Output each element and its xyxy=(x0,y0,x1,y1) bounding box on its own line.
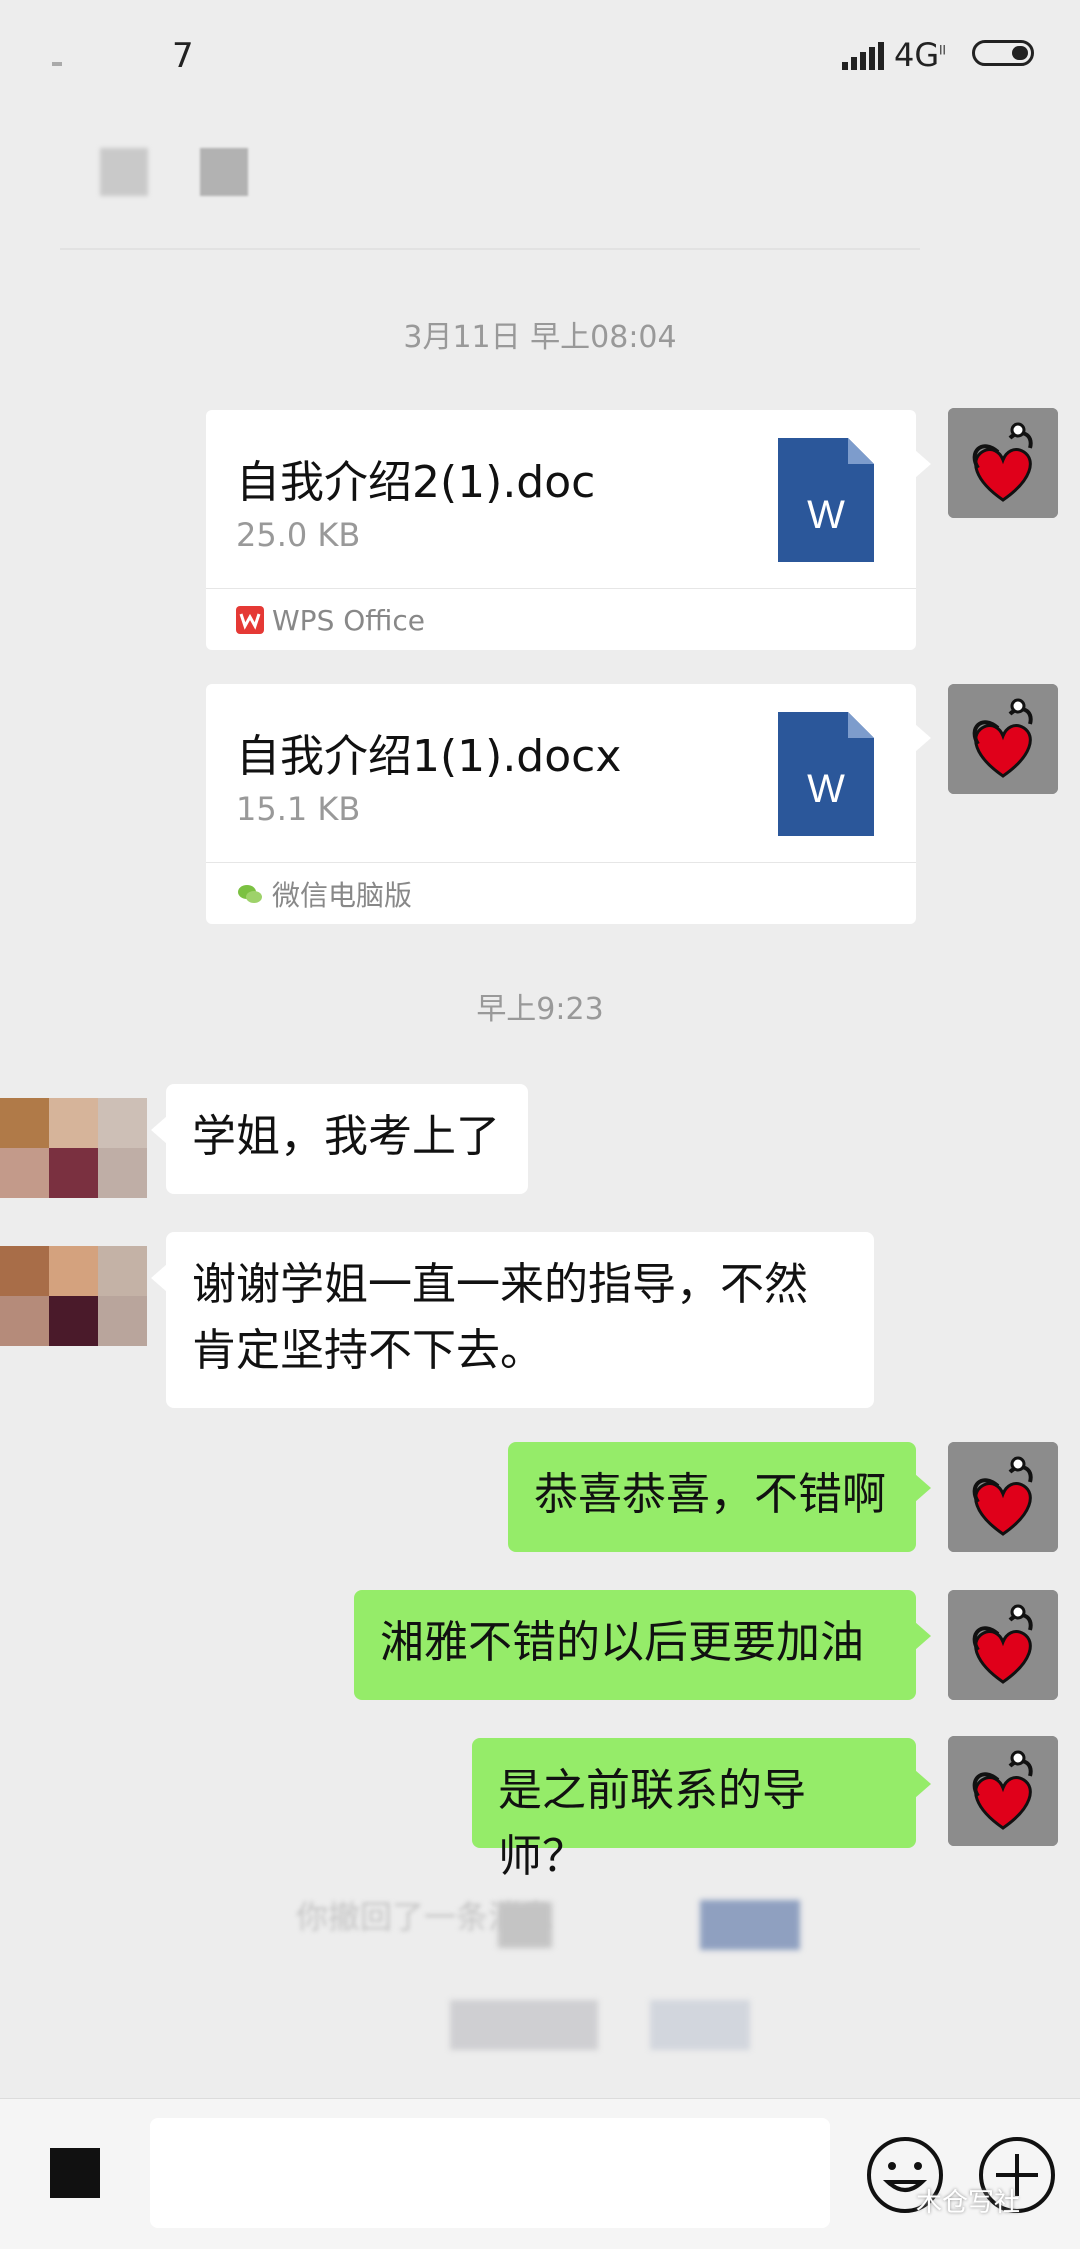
message-text: 恭喜恭喜，不错啊 xyxy=(534,1469,886,1520)
message-bubble-contact[interactable]: 谢谢学姐一直一来的指导，不然肯定坚持不下去。 xyxy=(151,1232,874,1408)
file-size: 15.1 KB xyxy=(236,790,361,828)
avatar-contact[interactable] xyxy=(0,1246,148,1346)
battery-icon xyxy=(972,40,1034,66)
message-text: 学姐，我考上了 xyxy=(192,1111,500,1162)
svg-text:W: W xyxy=(807,767,845,811)
message-text: 谢谢学姐一直一来的指导，不然肯定坚持不下去。 xyxy=(192,1259,808,1376)
network-activity: ll xyxy=(939,43,946,58)
message-bubble-contact[interactable]: 学姐，我考上了 xyxy=(151,1084,528,1194)
watermark: 木仓写社 xyxy=(916,2188,1021,2218)
avatar-self[interactable] xyxy=(948,1736,1058,1846)
word-doc-icon: W xyxy=(778,438,874,562)
avatar-contact[interactable] xyxy=(0,1098,148,1198)
file-message[interactable]: 自我介绍2(1).doc 25.0 KB W WPS Office xyxy=(206,410,931,650)
header-divider xyxy=(60,248,920,250)
blurred-block xyxy=(450,2000,598,2050)
stethoscope-heart-icon xyxy=(948,1590,1058,1700)
network-label: 4G xyxy=(894,36,940,74)
avatar-self[interactable] xyxy=(948,684,1058,794)
wps-icon xyxy=(236,606,264,634)
chat-timestamp: 早上9:23 xyxy=(476,992,604,1027)
header-blurred-back[interactable] xyxy=(100,148,148,196)
message-bubble-self[interactable]: 是之前联系的导师？ xyxy=(472,1738,931,1882)
file-message[interactable]: 自我介绍1(1).docx 15.1 KB W 微信电脑版 xyxy=(206,684,931,924)
chat-timestamp: 3月11日 早上08:04 xyxy=(403,320,677,355)
avatar-self[interactable] xyxy=(948,408,1058,518)
message-text: 是之前联系的导师？ xyxy=(498,1765,806,1882)
wechat-icon xyxy=(236,880,264,908)
stethoscope-heart-icon xyxy=(948,1736,1058,1846)
header-blurred-title xyxy=(200,148,248,196)
file-source: WPS Office xyxy=(236,598,425,642)
blurred-block xyxy=(498,1902,552,1948)
signal-icon xyxy=(842,42,884,70)
file-source: 微信电脑版 xyxy=(236,872,412,916)
word-doc-icon: W xyxy=(778,712,874,836)
file-source-label: WPS Office xyxy=(272,603,425,637)
svg-text:W: W xyxy=(807,493,845,537)
stethoscope-heart-icon xyxy=(948,684,1058,794)
message-bubble-self[interactable]: 恭喜恭喜，不错啊 xyxy=(508,1442,931,1552)
status-dot xyxy=(52,62,62,66)
message-text: 湘雅不错的以后更要加油 xyxy=(380,1617,864,1668)
avatar-self[interactable] xyxy=(948,1442,1058,1552)
network-type: 4Gll xyxy=(894,36,946,74)
message-input[interactable] xyxy=(150,2118,830,2228)
file-source-label: 微信电脑版 xyxy=(272,879,413,912)
file-name: 自我介绍2(1).doc xyxy=(236,457,596,508)
file-size: 25.0 KB xyxy=(236,516,361,554)
file-name: 自我介绍1(1).docx xyxy=(236,731,622,782)
stethoscope-heart-icon xyxy=(948,1442,1058,1552)
avatar-self[interactable] xyxy=(948,1590,1058,1700)
blurred-block xyxy=(650,2000,750,2050)
blurred-block xyxy=(700,1900,800,1950)
message-bubble-self[interactable]: 湘雅不错的以后更要加油 xyxy=(354,1590,931,1700)
keyboard-icon[interactable] xyxy=(50,2148,100,2198)
status-time: 7 xyxy=(172,36,194,76)
stethoscope-heart-icon xyxy=(948,408,1058,518)
